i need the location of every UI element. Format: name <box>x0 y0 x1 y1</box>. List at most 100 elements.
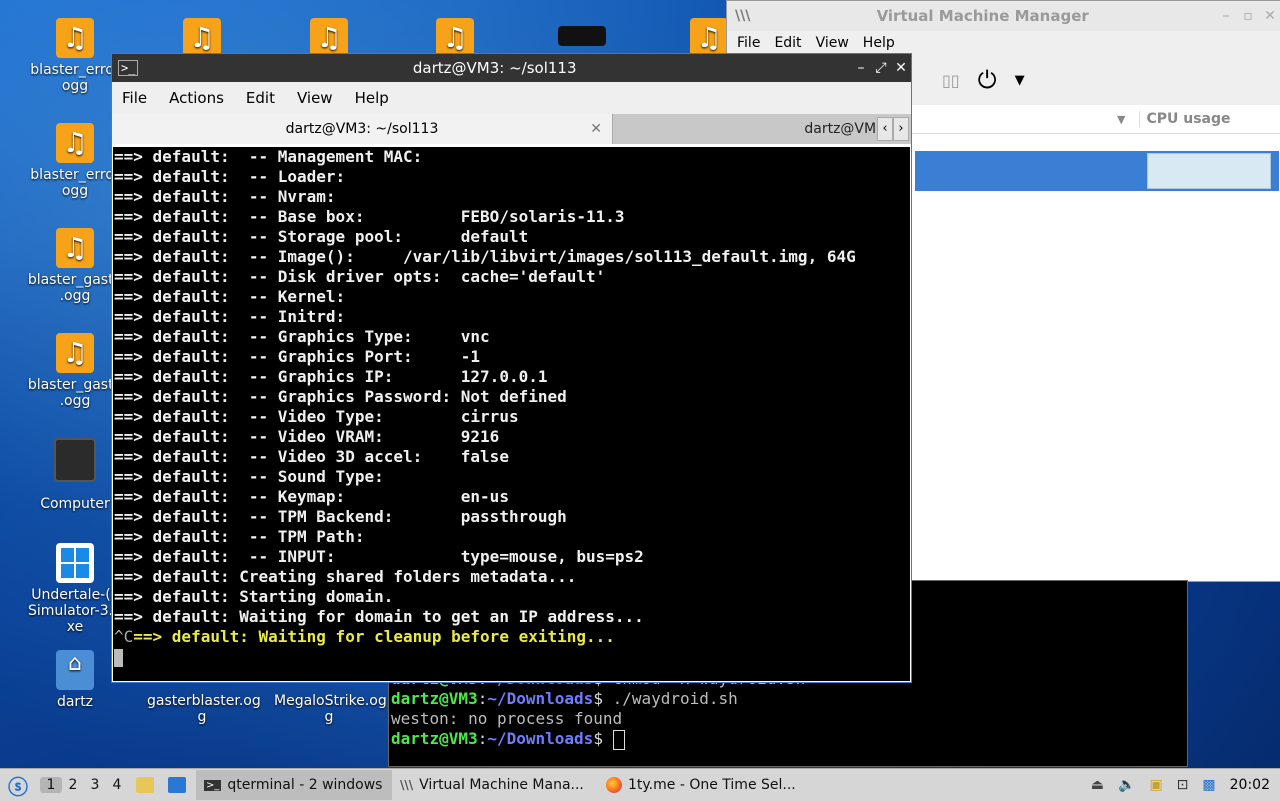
terminal-title: dartz@VM3: ~/sol113 <box>412 59 577 77</box>
volume-icon[interactable]: 🔈 <box>1118 777 1135 793</box>
terminal-output[interactable]: ==> default: -- Management MAC: ==> defau… <box>113 147 910 681</box>
close-tab-icon[interactable]: ✕ <box>590 121 602 137</box>
workspace-3[interactable]: 3 <box>84 777 106 793</box>
terminal-line: ==> default: -- Loader: <box>114 167 346 186</box>
power-icon[interactable]: ⏻ <box>978 66 997 94</box>
audio-file-icon <box>56 333 94 373</box>
terminal-titlebar[interactable]: >_ dartz@VM3: ~/sol113 – ⤢ ✕ <box>112 54 911 82</box>
tab-scroll-left-icon[interactable]: ‹ <box>877 117 893 141</box>
terminal-menubar: File Actions Edit View Help <box>112 82 911 114</box>
terminal-line: ==> default: -- Image(): /var/lib/libvir… <box>114 247 856 266</box>
terminal-line: ==> default: -- Graphics Port: -1 <box>114 347 481 366</box>
terminal-tabbar: dartz@VM3: ~/sol113 ✕ dartz@VM3 ‹ › <box>112 114 911 144</box>
task-qterminal[interactable]: >_ qterminal - 2 windows <box>196 770 392 800</box>
quicklaunch-files[interactable] <box>132 770 164 800</box>
tab-active[interactable]: dartz@VM3: ~/sol113 ✕ <box>112 114 613 144</box>
eject-icon[interactable]: ⏏ <box>1091 777 1104 793</box>
vmm-menu-view[interactable]: View <box>816 35 849 51</box>
start-menu-button[interactable]: ⓢ <box>0 770 36 800</box>
desktop-icon-label: gasterblaster.og g <box>147 693 261 725</box>
terminal-line: ==> default: Starting domain. <box>114 587 394 606</box>
audio-file-icon <box>436 18 474 58</box>
terminal-line: ==> default: -- Initrd: <box>114 307 346 326</box>
workspace-1[interactable]: 1 <box>40 777 62 793</box>
workspace-4[interactable]: 4 <box>106 777 128 793</box>
desktop-icon-label: MegaloStrike.og g <box>274 693 387 725</box>
terminal-line: ==> default: Waiting for domain to get a… <box>114 607 644 626</box>
menu-view[interactable]: View <box>297 89 333 107</box>
terminal-icon: >_ <box>204 779 222 791</box>
terminal-line: ==> default: Creating shared folders met… <box>114 567 577 586</box>
desktop-icon-label: dartz <box>56 694 94 710</box>
network-icon[interactable]: ⊡ <box>1177 777 1189 793</box>
minimize-icon[interactable]: – <box>851 60 871 76</box>
close-icon[interactable]: ✕ <box>1259 8 1280 24</box>
terminal-line: ==> default: -- Video VRAM: 9216 <box>114 427 500 446</box>
app-thumbnail-icon <box>558 26 606 46</box>
vmm-menu-edit[interactable]: Edit <box>774 35 801 51</box>
taskbar: ⓢ 1 2 3 4 >_ qterminal - 2 windows \\\ V… <box>0 768 1280 801</box>
close-icon[interactable]: ✕ <box>891 60 911 76</box>
task-vmm[interactable]: \\\ Virtual Machine Mana... <box>392 770 598 800</box>
menu-file[interactable]: File <box>122 89 147 107</box>
terminal-line: ==> default: -- Disk driver opts: cache=… <box>114 267 606 286</box>
lxqt-logo-icon: ⓢ <box>8 774 28 799</box>
vmm-titlebar[interactable]: \\\ Virtual Machine Manager – ▫ ✕ <box>727 1 1280 31</box>
terminal-line: ==> default: -- Nvram: <box>114 187 336 206</box>
terminal-line: ==> default: -- Graphics Type: vnc <box>114 327 490 346</box>
tab-scroll-right-icon[interactable]: › <box>893 117 909 141</box>
workspace-2[interactable]: 2 <box>62 777 84 793</box>
terminal-line: ==> default: -- Management MAC: <box>114 147 423 166</box>
desktop-file-megalostrike[interactable]: MegaloStrike.og g <box>274 693 387 725</box>
maximize-icon[interactable]: ⤢ <box>871 60 891 76</box>
prompt-user: dartz@VM3 <box>391 729 478 748</box>
terminal-line: ==> default: -- TPM Path: <box>114 527 365 546</box>
menu-help[interactable]: Help <box>355 89 389 107</box>
terminal-line: ==> default: -- Base box: FEBO/solaris-1… <box>114 207 625 226</box>
file-manager-icon <box>136 777 154 793</box>
vmm-menu-file[interactable]: File <box>737 35 760 51</box>
sort-chevron-icon[interactable]: ▼ <box>1117 113 1125 126</box>
text-cursor <box>612 729 625 750</box>
tab-other[interactable]: dartz@VM3 <box>613 114 911 144</box>
terminal-app-icon: >_ <box>118 60 139 76</box>
prompt-user: dartz@VM3 <box>391 689 478 708</box>
maximize-icon[interactable]: ▫ <box>1237 8 1259 24</box>
task-label: 1ty.me - One Time Sel... <box>628 777 796 793</box>
text-cursor <box>114 648 123 667</box>
pause-icon[interactable]: ▯▯ <box>942 71 960 90</box>
clock[interactable]: 20:02 <box>1230 777 1270 793</box>
update-icon[interactable]: ▩ <box>1202 777 1215 793</box>
home-folder-icon <box>56 650 94 690</box>
computer-icon <box>54 438 96 482</box>
audio-file-icon <box>183 18 221 58</box>
minimize-icon[interactable]: – <box>1215 8 1237 24</box>
desktop-file-gasterblaster[interactable]: gasterblaster.og g <box>147 693 261 725</box>
vmm-menu-help[interactable]: Help <box>863 35 895 51</box>
audio-file-icon <box>56 18 94 58</box>
vmm-title: Virtual Machine Manager <box>876 7 1089 25</box>
command-text: ./waydroid.sh <box>612 689 738 708</box>
terminal-line: ==> default: -- INPUT: type=mouse, bus=p… <box>114 547 644 566</box>
terminal-line: ==> default: -- Graphics Password: Not d… <box>114 387 567 406</box>
terminal-line: ==> default: -- Kernel: <box>114 287 346 306</box>
desktop-file-top-4[interactable] <box>527 26 637 50</box>
menu-actions[interactable]: Actions <box>169 89 224 107</box>
interrupt-line: ==> default: Waiting for cleanup before … <box>133 627 615 646</box>
quicklaunch-desktop[interactable] <box>164 770 196 800</box>
vmm-icon: \\\ <box>400 778 414 792</box>
column-cpu-usage[interactable]: CPU usage <box>1139 111 1231 127</box>
audio-file-icon <box>56 123 94 163</box>
workspace-switcher: 1 2 3 4 <box>36 770 132 800</box>
task-label: qterminal - 2 windows <box>227 777 383 793</box>
vmm-app-icon: \\\ <box>735 8 751 24</box>
task-firefox[interactable]: 1ty.me - One Time Sel... <box>598 770 804 800</box>
terminal-line: ==> default: -- Video 3D accel: false <box>114 447 509 466</box>
firefox-icon <box>606 777 622 793</box>
show-desktop-icon <box>168 777 186 793</box>
audio-file-icon <box>690 18 728 58</box>
menu-edit[interactable]: Edit <box>246 89 275 107</box>
clipboard-icon[interactable]: ▣ <box>1149 777 1162 793</box>
tab-label: dartz@VM3 <box>804 121 885 137</box>
chevron-down-icon[interactable]: ▼ <box>1015 73 1025 88</box>
